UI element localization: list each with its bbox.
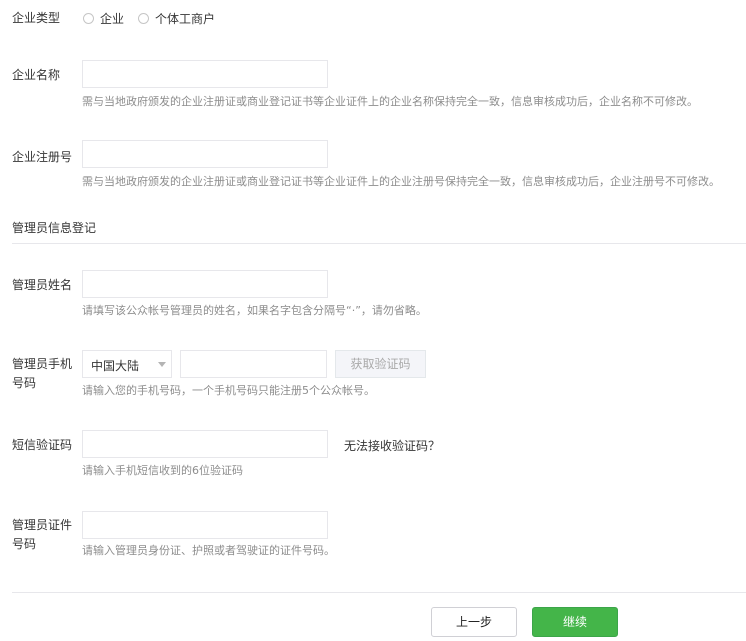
admin-phone-hint: 请输入您的手机号码，一个手机号码只能注册5个公众帐号。 — [82, 384, 375, 397]
registration-no-input[interactable] — [82, 140, 328, 168]
company-type-radio-group: 企业 个体工商户 — [83, 10, 215, 27]
admin-phone-label-line1: 管理员手机 — [12, 357, 73, 371]
radio-option-label: 个体工商户 — [155, 12, 216, 26]
company-name-label: 企业名称 — [12, 68, 61, 82]
no-code-link[interactable]: 无法接收验证码？ — [344, 437, 440, 454]
chevron-down-icon — [158, 362, 166, 367]
continue-button[interactable]: 继续 — [532, 607, 618, 637]
registration-no-label: 企业注册号 — [12, 150, 73, 164]
admin-phone-label: 管理员手机 号码 — [12, 356, 72, 391]
radio-option-enterprise[interactable]: 企业 — [83, 10, 124, 27]
sms-code-input[interactable] — [82, 430, 328, 458]
region-select-value: 中国大陆 — [91, 359, 140, 373]
sms-code-label: 短信验证码 — [12, 438, 73, 452]
admin-name-label: 管理员姓名 — [12, 278, 73, 292]
registration-no-hint: 需与当地政府颁发的企业注册证或商业登记证书等企业证件上的企业注册号保持完全一致，… — [82, 175, 720, 188]
radio-circle-icon — [138, 13, 150, 24]
admin-id-label-line2: 号码 — [12, 537, 37, 551]
phone-number-input[interactable] — [180, 350, 327, 378]
radio-circle-icon — [83, 13, 94, 24]
company-name-input[interactable] — [82, 60, 328, 88]
footer-divider — [12, 592, 746, 593]
radio-option-individual-business[interactable]: 个体工商户 — [138, 10, 215, 27]
admin-name-hint: 请填写该公众帐号管理员的姓名，如果名字包含分隔号“·”，请勿省略。 — [82, 304, 427, 317]
region-select[interactable]: 中国大陆 — [82, 350, 172, 378]
radio-option-label: 企业 — [100, 12, 125, 26]
admin-id-label-line1: 管理员证件 — [12, 518, 73, 532]
admin-id-hint: 请输入管理员身份证、护照或者驾驶证的证件号码。 — [82, 544, 335, 557]
admin-id-input[interactable] — [82, 511, 328, 539]
admin-id-label: 管理员证件 号码 — [12, 517, 72, 552]
sms-code-hint: 请输入手机短信收到的6位验证码 — [82, 464, 243, 477]
company-type-label: 企业类型 — [12, 11, 61, 25]
prev-step-button[interactable]: 上一步 — [431, 607, 517, 637]
section-divider — [12, 243, 746, 244]
admin-name-input[interactable] — [82, 270, 328, 298]
get-code-button[interactable]: 获取验证码 — [335, 350, 426, 378]
admin-phone-label-line2: 号码 — [12, 376, 37, 390]
company-name-hint: 需与当地政府颁发的企业注册证或商业登记证书等企业证件上的企业名称保持完全一致，信… — [82, 95, 698, 108]
admin-section-title: 管理员信息登记 — [12, 221, 97, 235]
